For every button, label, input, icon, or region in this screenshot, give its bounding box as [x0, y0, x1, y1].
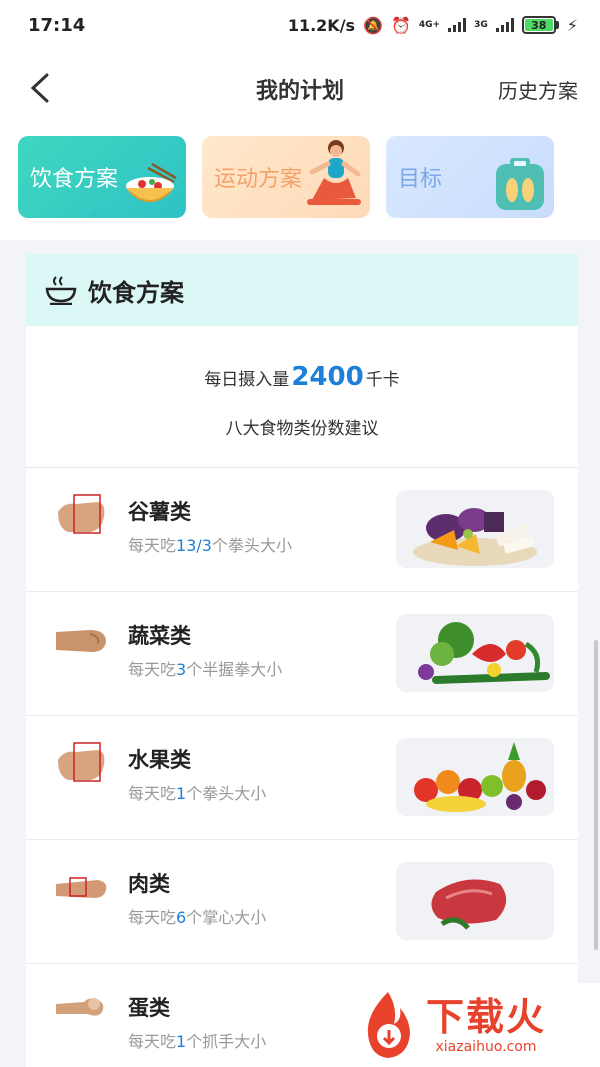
battery-icon: 38: [521, 16, 559, 34]
battery-level: 38: [524, 19, 553, 32]
fruits-image: [396, 738, 554, 816]
plan-tabs: 饮食方案 运动方案 目标: [0, 128, 600, 240]
bowl-icon: [45, 276, 77, 305]
food-group-suggestion: 八大食物类份数建议: [225, 419, 379, 439]
food-row-meat[interactable]: 肉类 每天吃6个掌心大小: [26, 840, 578, 964]
signal-icon-2: [495, 18, 514, 32]
tab-label: 目标: [398, 167, 443, 192]
charging-icon: ⚡: [566, 15, 578, 35]
rice-bowl-icon: [126, 162, 177, 202]
tab-exercise-plan[interactable]: 运动方案: [202, 136, 370, 218]
tab-diet-plan[interactable]: 饮食方案: [18, 136, 186, 218]
daily-intake: 每日摄入量 2400 千卡: [26, 362, 578, 392]
watermark-title: 下载火: [426, 995, 547, 1039]
food-row-vegetables[interactable]: 蔬菜类 每天吃3个半握拳大小: [26, 592, 578, 716]
history-plans-link[interactable]: 历史方案: [498, 75, 578, 104]
mute-icon: 🔕: [363, 15, 383, 35]
network-speed: 11.2K/s: [287, 15, 356, 35]
meat-image: [396, 862, 554, 940]
yoga-figure-icon: [307, 140, 361, 205]
food-amount: 每天吃6个掌心大小: [128, 908, 267, 927]
scrollbar[interactable]: [594, 640, 598, 950]
food-name: 蛋类: [128, 996, 170, 1020]
watermark: 下载火 xiazaihuo.com: [350, 983, 600, 1067]
watermark-url: xiazaihuo.com: [435, 1039, 537, 1055]
food-name: 肉类: [128, 872, 170, 896]
status-time: 17:14: [28, 14, 86, 36]
half-fist-icon: [56, 630, 106, 652]
fist-icon: [58, 494, 105, 534]
food-amount: 每天吃13/3个拳头大小: [128, 536, 292, 555]
diet-plan-card: 饮食方案 每日摄入量 2400 千卡 八大食物类份数建议 谷薯类 每天吃13/3…: [26, 254, 578, 1067]
food-amount: 每天吃3个半握拳大小: [128, 660, 283, 679]
palm-icon: [56, 877, 107, 898]
net-type-2: 3G: [474, 20, 488, 30]
grab-hand-icon: [56, 998, 104, 1016]
net-type-1: 4G+: [418, 20, 441, 30]
status-icons: 11.2K/s 🔕 ⏰ 4G+ 3G 38 ⚡: [288, 16, 578, 35]
food-name: 谷薯类: [128, 500, 191, 524]
food-amount: 每天吃1个抓手大小: [128, 1032, 267, 1051]
scale-icon: [496, 158, 544, 210]
tab-label: 运动方案: [214, 167, 303, 192]
food-amount: 每天吃1个拳头大小: [128, 784, 267, 803]
card-header: 饮食方案: [26, 254, 578, 326]
tab-label: 饮食方案: [30, 167, 119, 192]
vegetables-image: [396, 614, 554, 692]
food-name: 水果类: [128, 748, 191, 772]
signal-icon: [448, 18, 467, 32]
flame-logo-icon: [367, 992, 410, 1058]
nav-header: 我的计划 历史方案: [0, 50, 600, 128]
tab-goal[interactable]: 目标: [386, 136, 554, 218]
alarm-icon: ⏰: [390, 15, 411, 35]
food-row-fruits[interactable]: 水果类 每天吃1个拳头大小: [26, 716, 578, 840]
food-name: 蔬菜类: [128, 624, 191, 648]
grains-image: [396, 490, 554, 568]
intake-prefix: 每日摄入量: [204, 370, 290, 390]
status-bar: 17:14 11.2K/s 🔕 ⏰ 4G+ 3G 38 ⚡: [0, 0, 600, 50]
food-row-grains[interactable]: 谷薯类 每天吃13/3个拳头大小: [26, 468, 578, 592]
card-title: 饮食方案: [88, 278, 184, 307]
fist-icon: [58, 742, 105, 782]
intake-value: 2400: [291, 362, 364, 392]
intake-unit: 千卡: [365, 370, 400, 390]
